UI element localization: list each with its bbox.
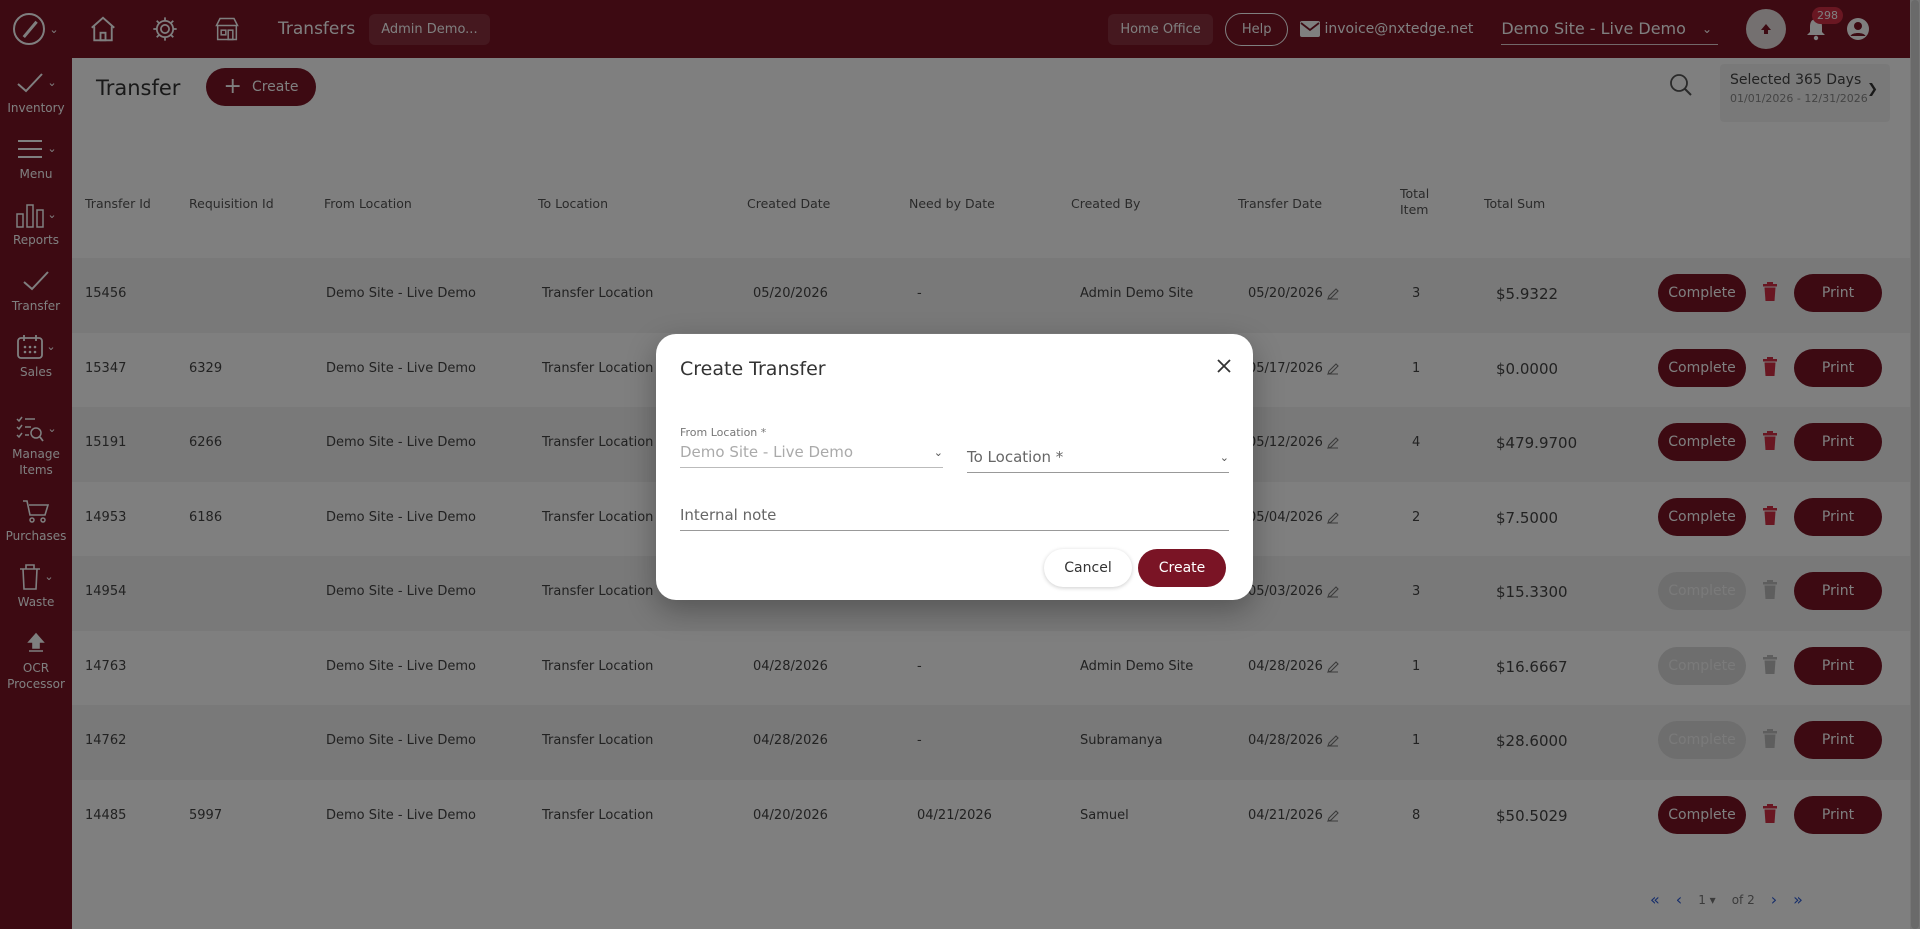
create-transfer-dialog: Create Transfer From Location * Demo Sit…	[656, 334, 1253, 600]
create-button[interactable]: Create	[1138, 549, 1226, 587]
internal-note-field[interactable]: Internal note	[680, 506, 1229, 531]
dialog-title: Create Transfer	[680, 358, 826, 380]
internal-note-placeholder: Internal note	[680, 506, 777, 524]
from-location-label: From Location *	[680, 426, 767, 439]
close-button[interactable]	[1212, 354, 1236, 378]
from-location-value: Demo Site - Live Demo	[680, 443, 854, 461]
from-location-select[interactable]: From Location * Demo Site - Live Demo ⌄	[680, 426, 943, 468]
cancel-button[interactable]: Cancel	[1044, 549, 1132, 587]
chevron-down-icon: ⌄	[933, 445, 943, 459]
to-location-select[interactable]: To Location * ⌄	[967, 448, 1229, 473]
chevron-down-icon: ⌄	[1219, 450, 1229, 464]
to-location-placeholder: To Location *	[967, 448, 1064, 466]
close-icon	[1217, 359, 1231, 373]
